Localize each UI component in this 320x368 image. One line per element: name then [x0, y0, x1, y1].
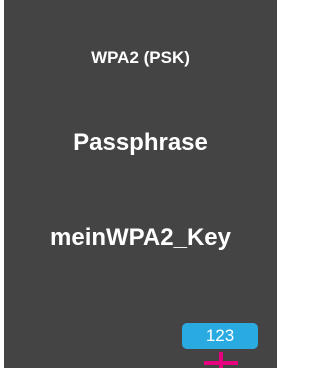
settings-panel: WPA2 (PSK) Passphrase meinWPA2_Key 123: [4, 0, 277, 368]
device-screen: WPA2 (PSK) Passphrase meinWPA2_Key 123: [0, 0, 283, 368]
text-cursor-icon: [204, 352, 238, 368]
passphrase-value[interactable]: meinWPA2_Key: [4, 223, 277, 253]
security-type-label: WPA2 (PSK): [91, 48, 190, 67]
cursor-bar-vertical: [219, 352, 223, 368]
input-mode-badge[interactable]: 123: [182, 323, 258, 349]
passphrase-label: Passphrase: [73, 129, 208, 156]
